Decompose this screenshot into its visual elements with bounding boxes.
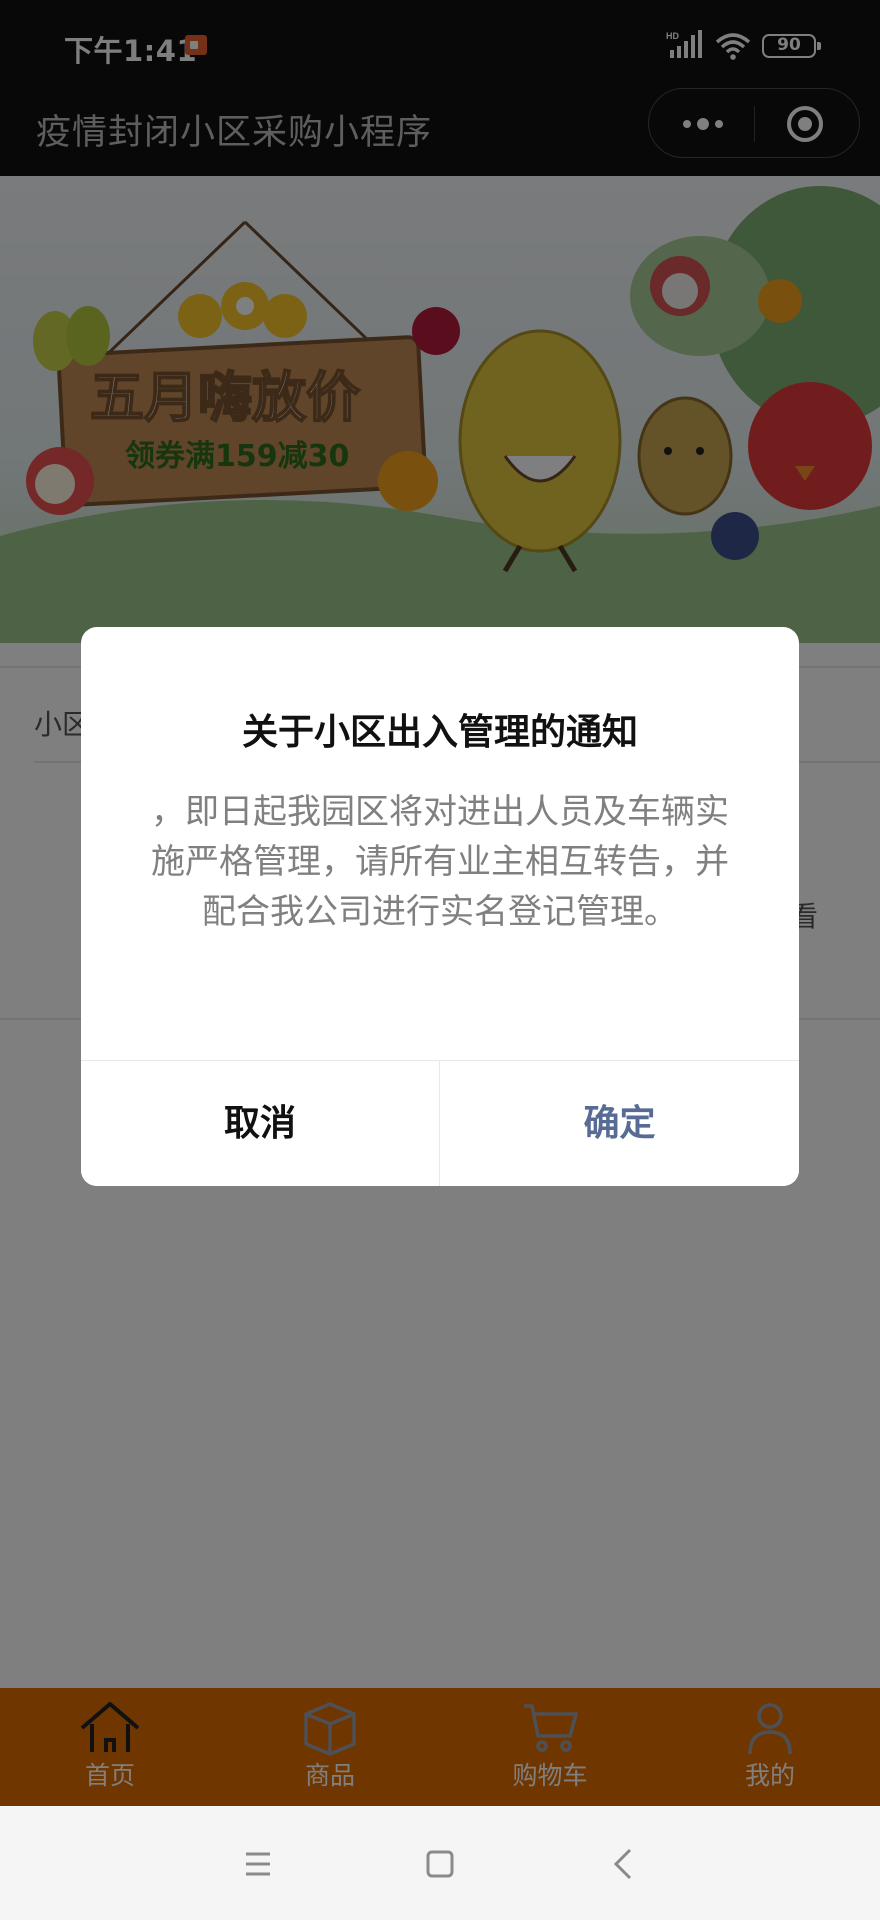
modal-title: 关于小区出入管理的通知 — [241, 712, 638, 753]
back-icon[interactable] — [604, 1844, 644, 1884]
menu-icon[interactable] — [238, 1844, 278, 1884]
modal-content: ，即日起我园区将对进出人员及车辆实施严格管理，请所有业主相互转告，并配合我公司进… — [151, 792, 729, 932]
modal-footer: 取消 确定 — [81, 1060, 799, 1186]
confirm-button[interactable]: 确定 — [440, 1061, 799, 1186]
home-square-icon[interactable] — [420, 1844, 460, 1884]
notice-modal: 关于小区出入管理的通知 ，即日起我园区将对进出人员及车辆实施严格管理，请所有业主… — [81, 627, 799, 1186]
cancel-button[interactable]: 取消 — [81, 1061, 440, 1186]
system-nav-bar — [0, 1806, 880, 1920]
